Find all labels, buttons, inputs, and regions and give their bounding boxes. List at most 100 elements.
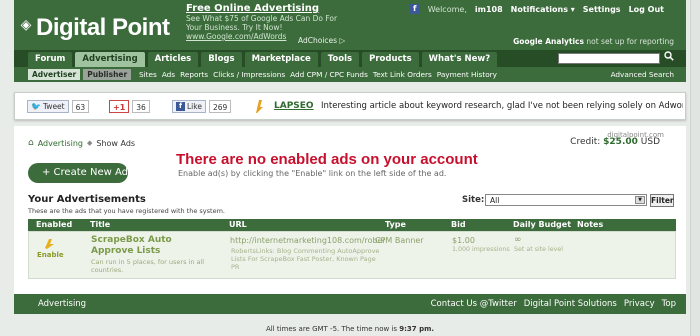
social-bar: 🐦 Tweet 63 +1 36 f Like 269 LAPSEO Interes… [14, 92, 686, 120]
gplus-count: 36 [132, 100, 150, 113]
settings-link[interactable]: Settings [583, 5, 621, 14]
twitter-bird-icon: 🐦 [31, 102, 41, 111]
time-note-time: 9:37 pm. [399, 325, 435, 333]
ad-bid: $1.00 [452, 236, 475, 245]
breadcrumb-advertising[interactable]: Advertising [38, 139, 83, 148]
lapseo-article-text[interactable]: Interesting article about keyword resear… [321, 101, 683, 111]
sub-link-add-funds[interactable]: Add CPM / CPC Funds [290, 70, 368, 79]
gplus-widget: +1 36 [109, 100, 150, 113]
breadcrumb-separator-icon: ◆ [86, 139, 93, 147]
time-note-prefix: All times are GMT -5. The time now is [265, 325, 398, 333]
nav-tabs: Forum Advertising Articles Blogs Marketp… [28, 52, 498, 67]
ad-title[interactable]: ScrapeBox Auto Approve Lists [91, 235, 211, 257]
filter-button[interactable]: Filter [650, 194, 674, 207]
site-filter-label: Site: [462, 195, 485, 205]
tab-articles[interactable]: Articles [147, 52, 199, 67]
notifications-menu[interactable]: Notifications ▾ [511, 5, 575, 14]
site-header: ◈ Digital Point Free Online Advertising … [14, 0, 686, 50]
footer-advertising-link[interactable]: Advertising [38, 299, 86, 309]
no-ads-notice: There are no enabled ads on your account [176, 151, 478, 168]
welcome-label: Welcome, [427, 4, 467, 14]
tweet-label: Tweet [42, 102, 65, 111]
advertiser-tab[interactable]: Advertiser [28, 69, 81, 80]
ad-type: CPM Banner [375, 236, 424, 245]
time-note: All times are GMT -5. The time now is 9:… [14, 325, 686, 333]
tab-advertising[interactable]: Advertising [75, 52, 145, 67]
sub-link-text-link-orders[interactable]: Text Link Orders [373, 70, 432, 79]
credit-currency: USD [640, 137, 660, 147]
vertical-scrollbar[interactable] [690, 0, 700, 336]
logo-text: Digital Point [36, 14, 170, 41]
dropdown-arrow-icon[interactable]: ▼ [635, 196, 645, 204]
user-bar: f Welcome, im108 Notifications ▾ Setting… [409, 4, 664, 14]
footer-links: Contact Us @Twitter Digital Point Soluti… [431, 299, 676, 309]
footer-privacy-link[interactable]: Privacy [624, 299, 655, 309]
ad-description: RobertsLinks: Blog Commenting AutoApprov… [231, 247, 380, 271]
tab-whats-new[interactable]: What's New? [421, 52, 498, 67]
enable-icon[interactable] [43, 236, 57, 250]
like-label: Like [187, 102, 202, 111]
tweet-button[interactable]: 🐦 Tweet [27, 100, 69, 113]
google-analytics-note[interactable]: Google Analytics not set up for reportin… [513, 37, 674, 46]
header-enabled: Enabled [36, 220, 73, 229]
credit-balance: Credit: $25.00 USD [570, 137, 660, 147]
adchoices-link[interactable]: AdChoices ▷ [298, 36, 345, 45]
ad-line-1: See What $75 of Google Ads Can Do For [186, 14, 338, 23]
tab-products[interactable]: Products [362, 52, 419, 67]
ad-url-link[interactable]: www.Google.com/AdWords [186, 32, 406, 41]
your-ads-heading: Your Advertisements [28, 194, 146, 205]
enable-link[interactable]: Enable [37, 251, 64, 259]
breadcrumb: ⌂ Advertising ◆ Show Ads [28, 138, 135, 148]
lapseo-link[interactable]: LAPSEO [274, 101, 314, 111]
site-select-value: All [490, 196, 500, 205]
logo[interactable]: ◈ Digital Point [14, 0, 170, 50]
tab-tools[interactable]: Tools [320, 52, 360, 67]
tweet-count: 63 [71, 100, 90, 113]
create-new-ad-button[interactable]: + Create New Ad [28, 163, 128, 183]
header-bid: Bid [451, 220, 466, 229]
sub-link-clicks[interactable]: Clicks / Impressions [213, 70, 285, 79]
search-input[interactable] [558, 53, 660, 64]
tab-blogs[interactable]: Blogs [201, 52, 242, 67]
username-link[interactable]: im108 [475, 5, 503, 14]
role-tabs: Advertiser Publisher [28, 69, 132, 80]
logout-link[interactable]: Log Out [629, 5, 664, 14]
home-icon[interactable]: ⌂ [28, 138, 34, 148]
tab-forum[interactable]: Forum [28, 52, 73, 67]
your-ads-description: These are the ads that you have register… [28, 207, 225, 215]
sub-link-sites[interactable]: Sites [139, 70, 157, 79]
sub-link-reports[interactable]: Reports [180, 70, 208, 79]
ad-title-note: Can run in 5 places, for users in all co… [91, 258, 205, 274]
search-icon[interactable] [662, 51, 676, 65]
sub-links: Sites Ads Reports Clicks / Impressions A… [139, 70, 497, 79]
ga-note-rest: not set up for reporting [586, 37, 674, 46]
breadcrumb-current: Show Ads [96, 138, 136, 148]
ad-budget-note: Set at site level [514, 246, 564, 253]
tab-marketplace[interactable]: Marketplace [244, 52, 318, 67]
ad-title-link[interactable]: Free Online Advertising [186, 3, 406, 14]
sub-link-ads[interactable]: Ads [162, 70, 175, 79]
header-title: Title [90, 220, 111, 229]
like-button[interactable]: f Like [172, 100, 206, 113]
main-content: ⌂ Advertising ◆ Show Ads digitalpoint.co… [14, 126, 686, 294]
tweet-widget: 🐦 Tweet 63 [27, 100, 90, 113]
facebook-icon[interactable]: f [409, 4, 420, 14]
like-count: 269 [208, 100, 232, 113]
footer-contact-link[interactable]: Contact Us @Twitter [431, 299, 517, 309]
publisher-tab[interactable]: Publisher [83, 69, 132, 80]
facebook-like-icon: f [176, 102, 185, 111]
no-ads-hint: Enable ad(s) by clicking the "Enable" li… [178, 169, 447, 178]
header-url: URL [229, 220, 247, 229]
ad-url[interactable]: http://internetmarketing108.com/rober [230, 236, 385, 245]
footer-dps-link[interactable]: Digital Point Solutions [524, 299, 617, 309]
table-row: Enable ScrapeBox Auto Approve Lists Can … [28, 231, 676, 279]
advanced-search-link[interactable]: Advanced Search [611, 70, 674, 79]
sub-link-payment-history[interactable]: Payment History [437, 70, 497, 79]
credit-value: $25.00 [603, 137, 638, 147]
ga-note-bold: Google Analytics [513, 37, 584, 46]
site-select[interactable]: All ▼ [485, 194, 647, 206]
gplus-button[interactable]: +1 [109, 100, 130, 113]
lapseo-icon [256, 100, 263, 113]
ad-budget: ∞ [514, 235, 522, 245]
footer-top-link[interactable]: Top [662, 299, 676, 309]
